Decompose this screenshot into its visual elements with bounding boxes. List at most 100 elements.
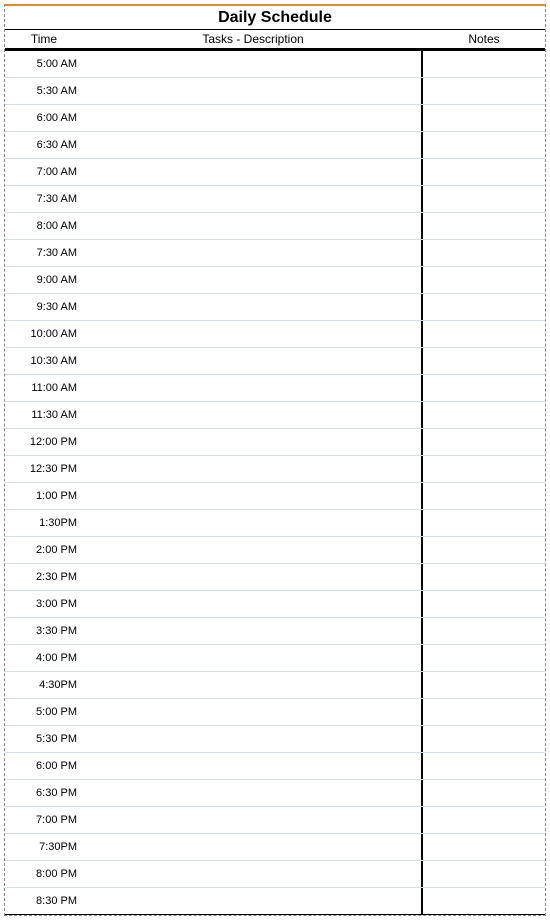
header-row: Time Tasks - Description Notes bbox=[5, 29, 545, 51]
table-row: 7:30 AM bbox=[5, 240, 545, 267]
notes-cell[interactable] bbox=[423, 294, 545, 320]
tasks-cell[interactable] bbox=[83, 483, 423, 509]
tasks-cell[interactable] bbox=[83, 51, 423, 77]
notes-cell[interactable] bbox=[423, 429, 545, 455]
time-cell: 3:30 PM bbox=[5, 618, 83, 644]
notes-cell[interactable] bbox=[423, 375, 545, 401]
table-row: 8:00 AM bbox=[5, 213, 545, 240]
table-row: 5:00 AM bbox=[5, 51, 545, 78]
tasks-cell[interactable] bbox=[83, 807, 423, 833]
tasks-cell[interactable] bbox=[83, 78, 423, 104]
time-cell: 12:30 PM bbox=[5, 456, 83, 482]
notes-cell[interactable] bbox=[423, 321, 545, 347]
header-tasks: Tasks - Description bbox=[83, 30, 423, 48]
tasks-cell[interactable] bbox=[83, 537, 423, 563]
notes-cell[interactable] bbox=[423, 51, 545, 77]
table-row: 8:00 PM bbox=[5, 861, 545, 888]
table-row: 9:30 AM bbox=[5, 294, 545, 321]
notes-cell[interactable] bbox=[423, 159, 545, 185]
time-cell: 2:30 PM bbox=[5, 564, 83, 590]
notes-cell[interactable] bbox=[423, 456, 545, 482]
notes-cell[interactable] bbox=[423, 699, 545, 725]
time-cell: 6:00 PM bbox=[5, 753, 83, 779]
time-cell: 6:30 PM bbox=[5, 780, 83, 806]
time-cell: 3:00 PM bbox=[5, 591, 83, 617]
tasks-cell[interactable] bbox=[83, 699, 423, 725]
notes-cell[interactable] bbox=[423, 753, 545, 779]
time-cell: 8:30 PM bbox=[5, 888, 83, 914]
notes-cell[interactable] bbox=[423, 780, 545, 806]
notes-cell[interactable] bbox=[423, 483, 545, 509]
table-row: 7:00 PM bbox=[5, 807, 545, 834]
tasks-cell[interactable] bbox=[83, 672, 423, 698]
time-cell: 6:30 AM bbox=[5, 132, 83, 158]
table-row: 10:30 AM bbox=[5, 348, 545, 375]
tasks-cell[interactable] bbox=[83, 429, 423, 455]
table-row: 1:00 PM bbox=[5, 483, 545, 510]
notes-cell[interactable] bbox=[423, 240, 545, 266]
tasks-cell[interactable] bbox=[83, 321, 423, 347]
tasks-cell[interactable] bbox=[83, 591, 423, 617]
notes-cell[interactable] bbox=[423, 78, 545, 104]
tasks-cell[interactable] bbox=[83, 618, 423, 644]
time-cell: 5:30 PM bbox=[5, 726, 83, 752]
tasks-cell[interactable] bbox=[83, 780, 423, 806]
table-row: 6:30 PM bbox=[5, 780, 545, 807]
notes-cell[interactable] bbox=[423, 672, 545, 698]
tasks-cell[interactable] bbox=[83, 402, 423, 428]
table-row: 3:30 PM bbox=[5, 618, 545, 645]
time-cell: 9:30 AM bbox=[5, 294, 83, 320]
table-row: 5:30 PM bbox=[5, 726, 545, 753]
table-row: 2:00 PM bbox=[5, 537, 545, 564]
time-cell: 12:00 PM bbox=[5, 429, 83, 455]
notes-cell[interactable] bbox=[423, 510, 545, 536]
table-row: 1:30PM bbox=[5, 510, 545, 537]
notes-cell[interactable] bbox=[423, 591, 545, 617]
notes-cell[interactable] bbox=[423, 105, 545, 131]
time-cell: 9:00 AM bbox=[5, 267, 83, 293]
tasks-cell[interactable] bbox=[83, 564, 423, 590]
tasks-cell[interactable] bbox=[83, 753, 423, 779]
table-row: 6:30 AM bbox=[5, 132, 545, 159]
table-row: 11:00 AM bbox=[5, 375, 545, 402]
tasks-cell[interactable] bbox=[83, 213, 423, 239]
tasks-cell[interactable] bbox=[83, 456, 423, 482]
table-row: 7:30PM bbox=[5, 834, 545, 861]
tasks-cell[interactable] bbox=[83, 267, 423, 293]
notes-cell[interactable] bbox=[423, 402, 545, 428]
notes-cell[interactable] bbox=[423, 618, 545, 644]
time-cell: 6:00 AM bbox=[5, 105, 83, 131]
table-row: 2:30 PM bbox=[5, 564, 545, 591]
tasks-cell[interactable] bbox=[83, 186, 423, 212]
notes-cell[interactable] bbox=[423, 564, 545, 590]
notes-cell[interactable] bbox=[423, 726, 545, 752]
tasks-cell[interactable] bbox=[83, 510, 423, 536]
tasks-cell[interactable] bbox=[83, 726, 423, 752]
tasks-cell[interactable] bbox=[83, 348, 423, 374]
notes-cell[interactable] bbox=[423, 213, 545, 239]
tasks-cell[interactable] bbox=[83, 375, 423, 401]
table-row: 9:00 AM bbox=[5, 267, 545, 294]
tasks-cell[interactable] bbox=[83, 240, 423, 266]
notes-cell[interactable] bbox=[423, 834, 545, 860]
tasks-cell[interactable] bbox=[83, 294, 423, 320]
notes-cell[interactable] bbox=[423, 186, 545, 212]
table-row: 7:30 AM bbox=[5, 186, 545, 213]
notes-cell[interactable] bbox=[423, 132, 545, 158]
table-row: 4:00 PM bbox=[5, 645, 545, 672]
table-row: 11:30 AM bbox=[5, 402, 545, 429]
tasks-cell[interactable] bbox=[83, 105, 423, 131]
notes-cell[interactable] bbox=[423, 537, 545, 563]
tasks-cell[interactable] bbox=[83, 159, 423, 185]
time-cell: 7:00 AM bbox=[5, 159, 83, 185]
tasks-cell[interactable] bbox=[83, 834, 423, 860]
notes-cell[interactable] bbox=[423, 807, 545, 833]
notes-cell[interactable] bbox=[423, 267, 545, 293]
notes-cell[interactable] bbox=[423, 348, 545, 374]
tasks-cell[interactable] bbox=[83, 645, 423, 671]
notes-cell[interactable] bbox=[423, 888, 545, 914]
notes-cell[interactable] bbox=[423, 645, 545, 671]
time-cell: 11:30 AM bbox=[5, 402, 83, 428]
tasks-cell[interactable] bbox=[83, 132, 423, 158]
tasks-cell[interactable] bbox=[83, 888, 423, 914]
